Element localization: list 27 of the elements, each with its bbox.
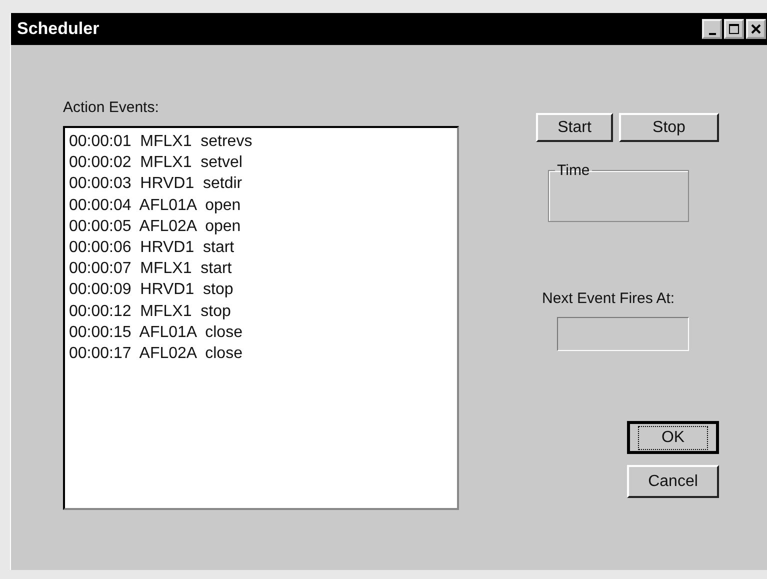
list-item[interactable]: 00:00:01 MFLX1 setrevs [69,131,457,152]
list-item[interactable]: 00:00:02 MFLX1 setvel [69,152,457,174]
list-item[interactable]: 00:00:09 HRVD1 stop [69,279,457,301]
control-button[interactable]: Start [536,113,613,142]
close-button[interactable] [746,19,766,39]
list-item[interactable]: 00:00:04 AFL01A open [69,194,457,216]
list-item[interactable]: 00:00:17 AFL02A close [69,343,457,364]
list-item[interactable]: 00:00:06 HRVD1 start [69,237,457,258]
group-label: Time [556,162,591,179]
next-event-field[interactable] [557,317,689,351]
maximize-icon [728,23,740,35]
dialog-button[interactable]: OK [627,421,719,454]
dialog-button[interactable]: Cancel [627,465,719,498]
list-item[interactable]: 00:00:12 MFLX1 stop [69,300,457,322]
events-list[interactable] [63,126,459,510]
minimize-icon [708,32,716,34]
control-button[interactable]: Stop [619,113,719,142]
close-icon [750,23,762,35]
list-label: Action Events: [63,99,160,116]
list-item[interactable]: 00:00:05 AFL02A open [69,216,457,238]
list-item[interactable]: 00:00:07 MFLX1 start [69,258,457,280]
list-item[interactable]: 00:00:15 AFL01A close [69,322,457,344]
maximize-button[interactable] [724,19,744,39]
next-event-label: Next Event Fires At: [542,290,676,307]
minimize-button[interactable] [702,19,722,39]
list-item[interactable]: 00:00:03 HRVD1 setdir [69,173,457,195]
window-title: Scheduler [17,19,100,39]
